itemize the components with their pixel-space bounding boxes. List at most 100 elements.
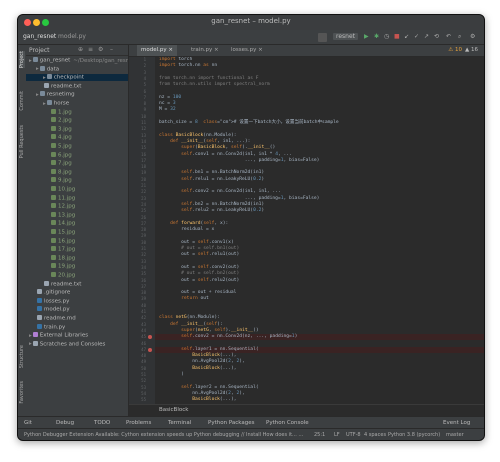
tree-item[interactable]: 1.jpg [26,108,128,116]
rollback-icon[interactable]: ↶ [446,33,451,40]
git-push-icon[interactable]: ↗ [424,33,429,40]
tool-tab-problems[interactable]: Problems [126,420,151,426]
expand-arrow-icon[interactable]: ▸ [29,58,32,64]
options-icon[interactable]: ⚙ [98,46,103,53]
tree-item[interactable]: ▸ checkpoint [26,74,128,82]
warning-count[interactable]: ⚠ 10 [448,47,462,53]
tree-item[interactable]: ▸ External Libraries [26,332,128,339]
file-encoding[interactable]: UTF-8 [346,432,361,438]
tree-item[interactable]: ▸ data [26,65,128,73]
line-separator[interactable]: LF [334,432,340,438]
tool-tab-debug[interactable]: Debug [56,420,74,426]
code-editor[interactable]: import torch import torch.nn as nn from to… [159,57,479,404]
git-branch[interactable]: master [446,432,464,438]
expand-arrow-icon[interactable]: ▸ [36,92,39,98]
tree-item[interactable]: 11.jpg [26,194,128,202]
tree-item[interactable]: 7.jpg [26,160,128,167]
python-interpreter[interactable]: Python 3.8 (pycorch) [388,432,440,438]
code-line: out = self.relu2(out) [159,277,240,283]
tree-item[interactable]: 16.jpg [26,237,128,245]
status-message[interactable]: Python Debugger Extension Available: Cyt… [24,432,304,438]
side-tab-structure[interactable]: Structure [19,345,25,368]
tree-item[interactable]: train.py [26,323,128,331]
tool-tab-event-log[interactable]: Event Log [443,420,470,426]
tree-item[interactable]: 2.jpg [26,117,128,124]
tree-item[interactable]: 4.jpg [26,134,128,141]
line-number: 8 [143,101,146,107]
tree-item[interactable]: 13.jpg [26,211,128,219]
side-tab-project[interactable]: Project [19,51,25,69]
tree-item[interactable]: ▸ horse [26,100,128,107]
tree-item[interactable]: ▸ resnetimg [26,91,128,98]
tool-tab-todo[interactable]: TODO [94,420,110,426]
tree-item[interactable]: 8.jpg [26,168,128,176]
tree-item[interactable]: ▸ Scratches and Consoles [26,340,128,348]
run-icon[interactable]: ▶ [364,33,369,40]
breakpoint-icon[interactable] [148,347,152,352]
indent-setting[interactable]: 4 spaces [364,432,386,438]
warning-count-value: 10 [455,47,462,53]
collapse-all-icon[interactable]: ≡ [88,46,93,53]
tree-item[interactable]: 9.jpg [26,177,128,184]
run-config-select[interactable]: resnet [333,33,358,40]
caret-position[interactable]: 25:1 [314,432,325,438]
weak-warning-count[interactable]: ▲ 16 [465,47,478,53]
nav-file-crumb[interactable]: model.py [58,33,86,40]
hide-panel-icon[interactable]: – [110,46,113,53]
tool-tab-terminal[interactable]: Terminal [168,420,191,426]
user-icon[interactable] [318,33,327,42]
git-update-icon[interactable]: ↙ [404,33,409,40]
locate-icon[interactable]: ⊕ [78,46,83,53]
nav-project-name[interactable]: gan_resnet [23,33,56,40]
history-icon[interactable]: ⟲ [434,33,439,40]
tree-item[interactable]: 17.jpg [26,246,128,253]
tree-item[interactable]: 20.jpg [26,272,128,279]
tree-item[interactable]: 3.jpg [26,125,128,133]
line-number-gutter[interactable]: 1 2 3 4 5 6 7 8 9 10 11 12 13 14 15 16 17 18 19 20 21 22 23 24 2… [129,57,155,404]
tree-item[interactable]: .gitignore [26,289,128,296]
tree-item[interactable]: 5.jpg [26,143,128,150]
expand-arrow-icon[interactable]: ▸ [43,101,46,107]
search-icon[interactable]: ⌕ [458,33,461,41]
settings-icon[interactable]: ⚙ [470,33,475,40]
folder-icon [46,74,52,80]
tree-item-label: 9.jpg [58,177,72,184]
tree-item[interactable]: 12.jpg [26,203,128,210]
expand-arrow-icon[interactable]: ▸ [43,75,46,81]
debug-icon[interactable]: ✱ [374,33,379,40]
side-tab-commit[interactable]: Commit [19,91,25,111]
tree-item[interactable]: readme.txt [26,82,128,90]
tree-item-label: 13.jpg [58,212,76,219]
tree-item[interactable]: ▸ gan_resnet ~/Desktop/gan_resnet [26,57,128,64]
side-tab-pull-requests[interactable]: Pull Requests [19,125,25,158]
tree-item[interactable]: 19.jpg [26,263,128,270]
tab-train-py[interactable]: train.py × [187,45,223,56]
editor-breadcrumb[interactable]: BasicBlock [129,404,484,414]
tree-item[interactable]: 10.jpg [26,186,128,193]
tab-model-py[interactable]: model.py × [137,45,177,56]
stop-icon[interactable]: ■ [394,33,400,40]
tree-item[interactable]: readme.txt [26,280,128,288]
code-line: out = self.conv2(out) [159,264,240,270]
tree-item[interactable]: 18.jpg [26,254,128,262]
expand-arrow-icon[interactable]: ▸ [36,66,39,72]
side-tab-favorites[interactable]: Favorites [19,381,25,404]
breakpoint-icon[interactable] [148,335,152,340]
git-commit-icon[interactable]: ✓ [414,33,419,40]
tool-tab-git[interactable]: Git [24,420,32,426]
tree-item[interactable]: readme.md [26,315,128,322]
tree-item[interactable]: 6.jpg [26,151,128,159]
tree-item[interactable]: 14.jpg [26,220,128,227]
tab-losses-py[interactable]: losses.py × [227,45,267,56]
tree-item[interactable]: losses.py [26,297,128,305]
tree-item[interactable]: 15.jpg [26,229,128,236]
expand-arrow-icon[interactable]: ▸ [29,333,32,339]
tool-tab-python-packages[interactable]: Python Packages [208,420,254,426]
tree-item-label: 7.jpg [58,160,72,167]
coverage-icon[interactable]: ◷ [384,33,389,40]
tree-item[interactable]: model.py [26,306,128,313]
expand-arrow-icon[interactable]: ▸ [29,341,32,347]
lib-icon [32,332,38,338]
tool-tab-python-console[interactable]: Python Console [266,420,309,426]
project-header-label[interactable]: Project [29,47,50,54]
